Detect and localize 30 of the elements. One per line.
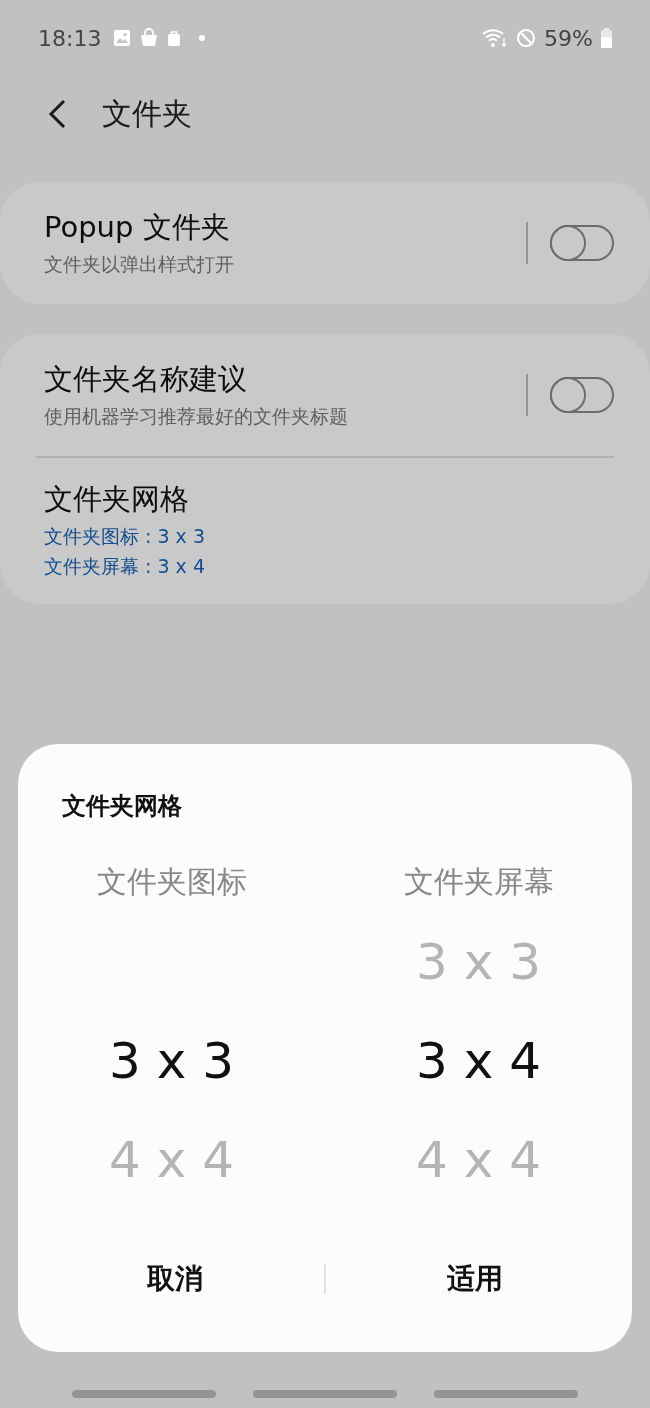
bag-icon <box>167 29 182 47</box>
picker-label: 文件夹图标 <box>96 863 247 901</box>
setting-title[interactable]: 文件夹网格 <box>44 480 614 520</box>
setting-value: 文件夹屏幕 : 3 x 4 <box>44 554 206 579</box>
bag-icon <box>139 28 160 48</box>
wifi-icon <box>482 28 509 48</box>
page-title: 文件夹 <box>102 94 192 133</box>
toggle-switch[interactable] <box>550 377 614 413</box>
back-icon[interactable] <box>46 99 68 129</box>
setting-title[interactable]: Popup 文件夹 <box>44 208 526 248</box>
navigation-bar-handle[interactable] <box>253 1390 397 1398</box>
status-time: 18:13 <box>38 25 102 51</box>
picker-label: 文件夹屏幕 <box>403 863 554 901</box>
picker-option[interactable]: 3 x 3 <box>109 1031 234 1090</box>
navigation-bar-handle[interactable] <box>72 1390 216 1398</box>
apply-button[interactable]: 适用 <box>326 1250 624 1308</box>
picker-option[interactable]: 3 x 4 <box>416 1031 541 1090</box>
navigation-bar-handle[interactable] <box>434 1390 578 1398</box>
setting-description: 使用机器学习推荐最好的文件夹标题 <box>44 404 349 429</box>
setting-description: 文件夹以弹出样式打开 <box>44 252 235 277</box>
notification-dot-icon <box>199 35 206 41</box>
image-icon <box>113 29 132 47</box>
setting-title[interactable]: 文件夹名称建议 <box>44 360 526 400</box>
do-not-disturb-icon <box>516 28 537 48</box>
battery-percentage: 59% <box>544 25 593 51</box>
battery-icon <box>601 28 612 48</box>
setting-value: 文件夹图标 : 3 x 3 <box>44 524 206 549</box>
dialog-title: 文件夹网格 <box>62 791 182 822</box>
cancel-button[interactable]: 取消 <box>26 1250 324 1308</box>
toggle-switch[interactable] <box>550 225 614 261</box>
